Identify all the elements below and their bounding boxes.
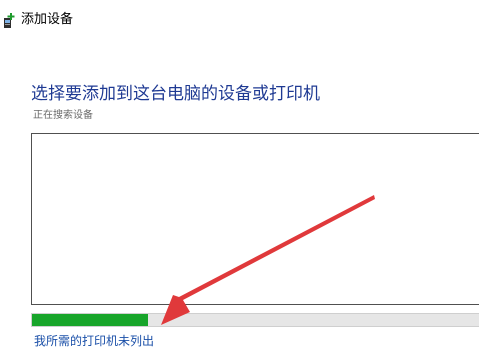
add-device-icon [4,11,18,29]
printer-not-listed-link[interactable]: 我所需的打印机未列出 [34,333,154,349]
window-title: 添加设备 [21,12,74,27]
search-status-text: 正在搜索设备 [33,110,93,121]
search-progress-fill [32,314,149,326]
device-list-box[interactable] [31,133,479,305]
search-progress-bar [31,313,479,327]
title-bar: 添加设备 [0,0,479,40]
page-heading: 选择要添加到这台电脑的设备或打印机 [31,84,320,104]
